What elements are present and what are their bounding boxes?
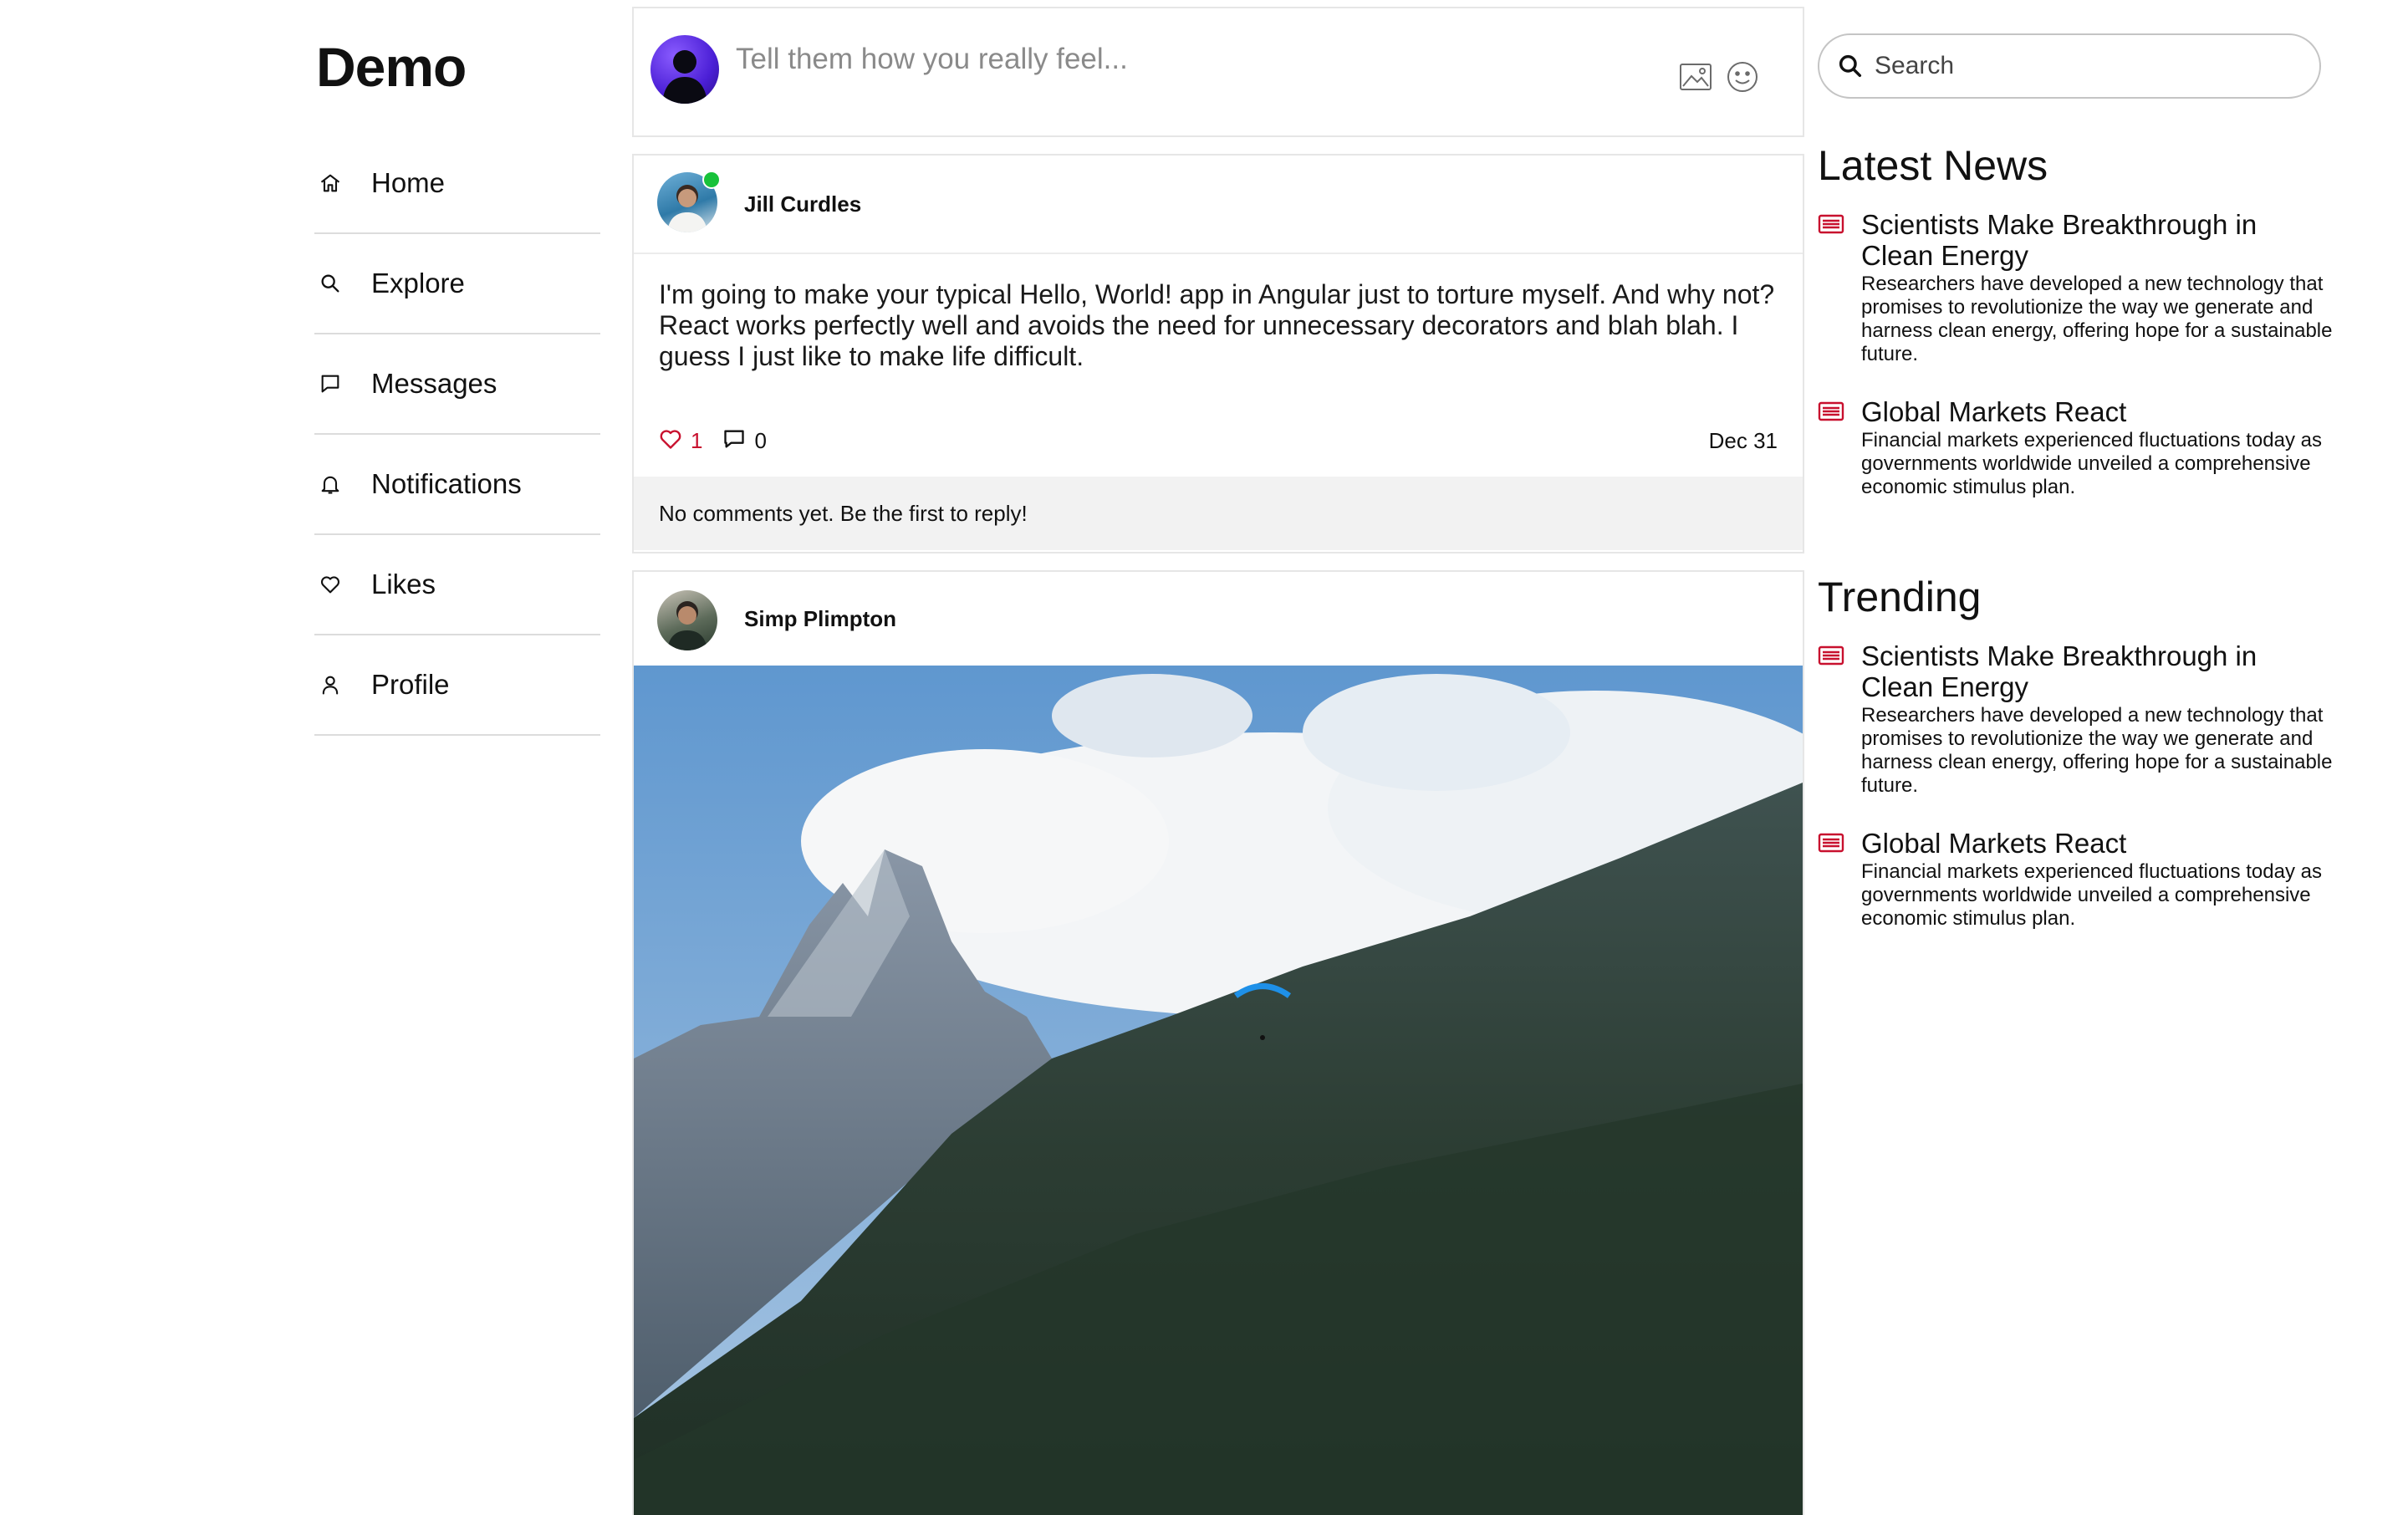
post-author[interactable]: Simp Plimpton bbox=[744, 606, 896, 632]
post-image[interactable] bbox=[634, 666, 1803, 1515]
nav-item-likes[interactable]: Likes bbox=[314, 535, 600, 635]
nav-label-home: Home bbox=[371, 167, 446, 198]
home-icon bbox=[318, 171, 343, 196]
comment-icon bbox=[722, 428, 754, 454]
compose-box bbox=[632, 7, 1804, 137]
post-card: Simp Plimpton bbox=[632, 570, 1804, 1515]
heart-icon bbox=[318, 572, 343, 597]
post-date: Dec 31 bbox=[1708, 427, 1778, 453]
newspaper-icon bbox=[1818, 833, 1844, 853]
news-item[interactable]: Scientists Make Breakthrough in Clean En… bbox=[1818, 209, 2336, 366]
compose-input[interactable] bbox=[734, 38, 1654, 80]
news-description: Financial markets experienced fluctuatio… bbox=[1861, 429, 2322, 498]
nav-label-messages: Messages bbox=[371, 368, 497, 399]
news-description: Researchers have developed a new technol… bbox=[1861, 273, 2333, 365]
newspaper-icon bbox=[1818, 401, 1844, 421]
news-title: Global Markets React bbox=[1861, 396, 2127, 427]
comments-empty-message: No comments yet. Be the first to reply! bbox=[634, 477, 1803, 550]
section-title: Latest News bbox=[1818, 142, 2048, 189]
nav-label-notifications: Notifications bbox=[371, 468, 522, 499]
news-item[interactable]: Global Markets React Financial markets e… bbox=[1818, 396, 2336, 499]
search-icon bbox=[318, 271, 343, 296]
latest-news-section: Latest News Scientists Make Breakthrough… bbox=[1818, 140, 2336, 499]
search-bar[interactable] bbox=[1818, 33, 2321, 99]
news-title: Scientists Make Breakthrough in Clean En… bbox=[1861, 640, 2258, 702]
avatar[interactable] bbox=[650, 35, 719, 104]
newspaper-icon bbox=[1818, 645, 1844, 666]
nav-label-profile: Profile bbox=[371, 669, 450, 700]
nav-label-likes: Likes bbox=[371, 569, 436, 599]
trending-item[interactable]: Global Markets React Financial markets e… bbox=[1818, 828, 2336, 931]
post-author[interactable]: Jill Curdles bbox=[744, 191, 861, 217]
search-input[interactable] bbox=[1873, 51, 2308, 81]
nav-item-profile[interactable]: Profile bbox=[314, 635, 600, 736]
message-icon bbox=[318, 371, 343, 396]
likes-count: 1 bbox=[691, 427, 703, 453]
news-title: Scientists Make Breakthrough in Clean En… bbox=[1861, 209, 2258, 271]
avatar[interactable] bbox=[657, 590, 717, 650]
online-status-dot bbox=[702, 171, 721, 189]
nav-item-notifications[interactable]: Notifications bbox=[314, 435, 600, 535]
main-nav: Home Explore Messages Notifications Like… bbox=[314, 134, 600, 736]
news-title: Global Markets React bbox=[1861, 828, 2127, 859]
heart-icon bbox=[659, 428, 691, 454]
news-description: Financial markets experienced fluctuatio… bbox=[1861, 860, 2322, 930]
nav-item-home[interactable]: Home bbox=[314, 134, 600, 234]
comments-count: 0 bbox=[754, 427, 767, 453]
nav-item-messages[interactable]: Messages bbox=[314, 334, 600, 435]
app-logo[interactable]: Demo bbox=[316, 33, 467, 100]
news-description: Researchers have developed a new technol… bbox=[1861, 704, 2333, 797]
post-card: Jill Curdles I'm going to make your typi… bbox=[632, 154, 1804, 553]
post-header: Jill Curdles bbox=[634, 156, 1803, 254]
image-icon[interactable] bbox=[1677, 59, 1714, 95]
like-button[interactable]: 1 bbox=[659, 428, 702, 454]
comment-button[interactable]: 0 bbox=[722, 427, 767, 454]
search-icon bbox=[1836, 52, 1865, 80]
bell-icon bbox=[318, 472, 343, 497]
nav-label-explore: Explore bbox=[371, 268, 465, 298]
trending-item[interactable]: Scientists Make Breakthrough in Clean En… bbox=[1818, 640, 2336, 798]
trending-section: Trending Scientists Make Breakthrough in… bbox=[1818, 572, 2336, 931]
post-header: Simp Plimpton bbox=[634, 572, 1803, 666]
user-icon bbox=[318, 672, 343, 697]
section-title: Trending bbox=[1818, 574, 1982, 620]
newspaper-icon bbox=[1818, 214, 1844, 234]
nav-item-explore[interactable]: Explore bbox=[314, 234, 600, 334]
emoji-icon[interactable] bbox=[1724, 59, 1761, 95]
post-meta: 1 0 Dec 31 bbox=[634, 405, 1803, 477]
post-text: I'm going to make your typical Hello, Wo… bbox=[659, 279, 1775, 371]
